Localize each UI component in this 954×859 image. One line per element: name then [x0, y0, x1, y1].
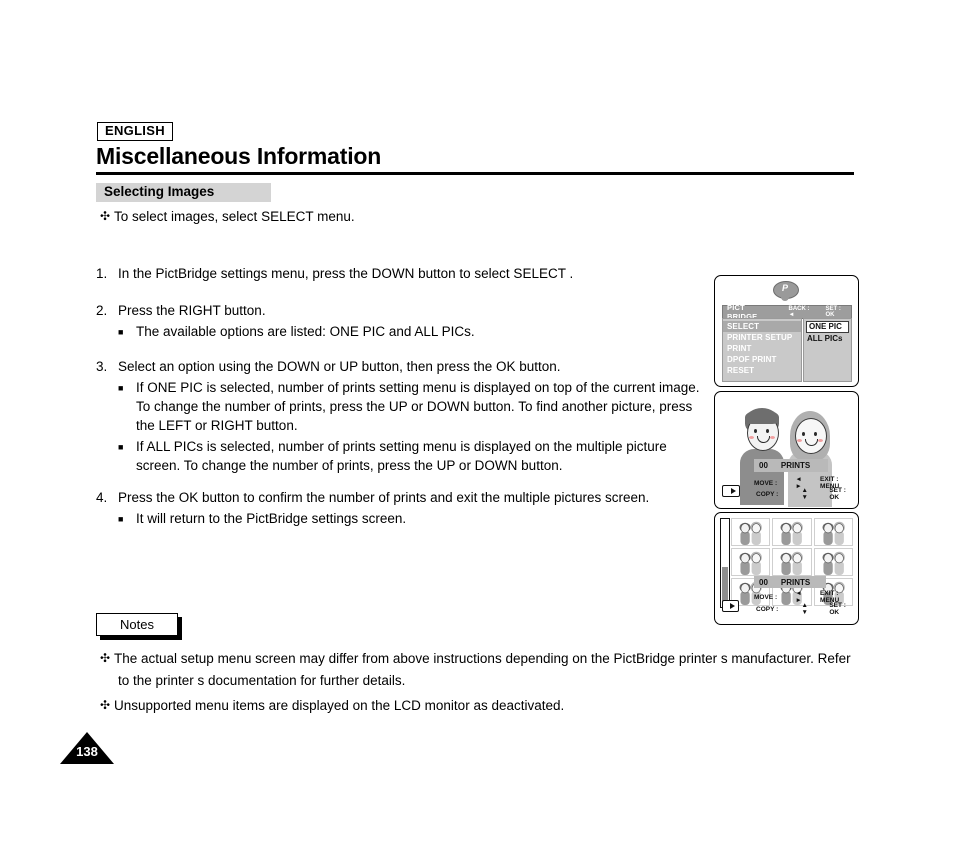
step-sub-item: ■ It will return to the PictBridge setti… [118, 509, 696, 529]
lcd-scrollbar[interactable] [720, 518, 730, 608]
step-1: 1. In the PictBridge settings menu, pres… [96, 264, 696, 283]
step-line: 1. In the PictBridge settings menu, pres… [96, 264, 696, 283]
step-text: Press the RIGHT button. [118, 303, 266, 318]
step-sub-item: ■ The available options are listed: ONE … [118, 322, 696, 342]
lcd-option-one-pic[interactable]: ONE PIC [806, 321, 849, 333]
step-sub-item: ■ If ONE PIC is selected, number of prin… [118, 378, 711, 435]
lcd-thumbnail[interactable] [813, 518, 853, 546]
clover-bullet-icon: ✣ [100, 698, 111, 712]
lcd-menu-item-printer-setup[interactable]: PRINTER SETUP [723, 332, 801, 343]
square-bullet-icon: ■ [118, 442, 124, 452]
sd-card-icon [722, 485, 740, 497]
lcd-menu-list[interactable]: SELECT PRINTER SETUP PRINT DPOF PRINT RE… [722, 318, 802, 382]
sd-card-icon [722, 600, 739, 612]
person-fringe [745, 410, 779, 424]
lcd-osd-copy-row: COPY : ▲ ▼ SET : OK [756, 602, 856, 616]
note-text: The actual setup menu screen may differ … [114, 651, 851, 666]
section-title: Selecting Images [104, 184, 215, 199]
lcd-menu-item-dpof-print[interactable]: DPOF PRINT [723, 354, 801, 365]
person-cheek [797, 439, 802, 442]
note-row-2: ✣ Unsupported menu items are displayed o… [100, 697, 870, 714]
lcd-illustration-pictbridge-menu: P PICT BRIDGE BACK : ◄ SET : OK SELECT P… [714, 275, 859, 387]
lcd-title-bar: PICT BRIDGE BACK : ◄ SET : OK [722, 303, 852, 321]
person-eye [802, 432, 805, 436]
lcd-prints-label: PRINTS [780, 461, 811, 470]
pictbridge-logo-mark: P [781, 283, 788, 293]
step-text: Press the OK button to confirm the numbe… [118, 490, 650, 505]
lcd-menu-item-select[interactable]: SELECT [723, 321, 801, 332]
title-divider [96, 172, 854, 175]
notes-label: Notes [120, 617, 154, 632]
lcd-copy-label: COPY : [756, 490, 779, 498]
step-4: 4. Press the OK button to confirm the nu… [96, 488, 696, 529]
step-number: 2. [96, 303, 108, 318]
pictbridge-logo-icon: P [771, 281, 799, 303]
lcd-osd-copy-row: COPY : ▲ ▼ SET : OK [756, 487, 856, 501]
clover-bullet-icon: ✣ [100, 209, 111, 223]
step-sub-text: If ONE PIC is selected, number of prints… [136, 380, 700, 433]
language-badge: ENGLISH [97, 122, 173, 141]
lcd-copy-icons: ▲ ▼ [801, 602, 808, 616]
clover-bullet-icon: ✣ [100, 651, 111, 665]
lcd-prints-bar: 00 PRINTS [754, 576, 826, 588]
lcd-options-list[interactable]: ONE PIC ALL PICs [803, 318, 852, 382]
lcd-copy-label: COPY : [756, 605, 779, 613]
note-row-1: ✣ The actual setup menu screen may diffe… [100, 650, 870, 667]
lcd-illustration-single-picture: 00 PRINTS MOVE : ◄ ► EXIT : MENU COPY : … [714, 391, 859, 509]
person-eye [814, 432, 817, 436]
step-number: 3. [96, 359, 108, 374]
lcd-prints-label: PRINTS [780, 577, 811, 587]
lcd-menu-item-print[interactable]: PRINT [723, 343, 801, 354]
person-head [795, 418, 827, 454]
lcd-copy-icons: ▲ ▼ [801, 487, 808, 501]
lcd-illustration-multi-picture: 00 PRINTS MOVE : ◄ ► EXIT : MENU COPY : … [714, 512, 859, 625]
step-text: Select an option using the DOWN or UP bu… [118, 359, 561, 374]
person-cheek [749, 436, 754, 439]
person-cheek [770, 436, 775, 439]
step-line: 2. Press the RIGHT button. [96, 301, 696, 320]
lcd-set-label: SET : OK [829, 602, 846, 616]
step-sub-text: It will return to the PictBridge setting… [136, 511, 407, 526]
lcd-thumbnail[interactable] [731, 548, 771, 576]
lcd-thumbnail[interactable] [772, 518, 812, 546]
lcd-back-hint: BACK : ◄ [788, 306, 810, 318]
lcd-option-all-pics[interactable]: ALL PICs [804, 333, 851, 345]
intro-bullet-text: To select images, select SELECT menu. [114, 209, 355, 224]
notes-box: Notes [96, 613, 178, 636]
lcd-menu-item-reset[interactable]: RESET [723, 365, 801, 376]
page-number: 138 [76, 744, 98, 759]
step-3: 3. Select an option using the DOWN or UP… [96, 357, 711, 475]
step-number: 4. [96, 490, 108, 505]
lcd-set-label: SET : OK [829, 487, 846, 501]
step-sub-item: ■ If ALL PICs is selected, number of pri… [118, 437, 711, 475]
lcd-thumbnail[interactable] [731, 518, 771, 546]
note-text: Unsupported menu items are displayed on … [114, 698, 565, 713]
lcd-prints-bar: 00 PRINTS [754, 459, 828, 472]
lcd-thumbnail[interactable] [772, 548, 812, 576]
step-sub-text: If ALL PICs is selected, number of print… [136, 439, 667, 473]
step-number: 1. [96, 266, 108, 281]
lcd-move-label: MOVE : [754, 479, 778, 487]
intro-bullet-row: ✣ To select images, select SELECT menu. [100, 208, 740, 225]
lcd-prints-count: 00 [759, 461, 768, 470]
square-bullet-icon: ■ [118, 327, 124, 337]
step-2: 2. Press the RIGHT button. ■ The availab… [96, 301, 696, 342]
lcd-move-label: MOVE : [754, 593, 778, 601]
lcd-set-hint: SET : OK [825, 306, 841, 318]
step-sub-text: The available options are listed: ONE PI… [136, 324, 475, 339]
step-line: 3. Select an option using the DOWN or UP… [96, 357, 711, 376]
step-text: In the PictBridge settings menu, press t… [118, 266, 574, 281]
square-bullet-icon: ■ [118, 514, 124, 524]
note-text-continuation: to the printer s documentation for furth… [118, 673, 406, 688]
lcd-thumbnail[interactable] [813, 548, 853, 576]
lcd-prints-count: 00 [759, 577, 768, 587]
page-number-badge: 138 [60, 732, 114, 764]
step-line: 4. Press the OK button to confirm the nu… [96, 488, 696, 507]
page-title: Miscellaneous Information [96, 143, 382, 169]
square-bullet-icon: ■ [118, 383, 124, 393]
person-cheek [818, 439, 823, 442]
person-eye [766, 429, 769, 433]
person-eye [754, 429, 757, 433]
